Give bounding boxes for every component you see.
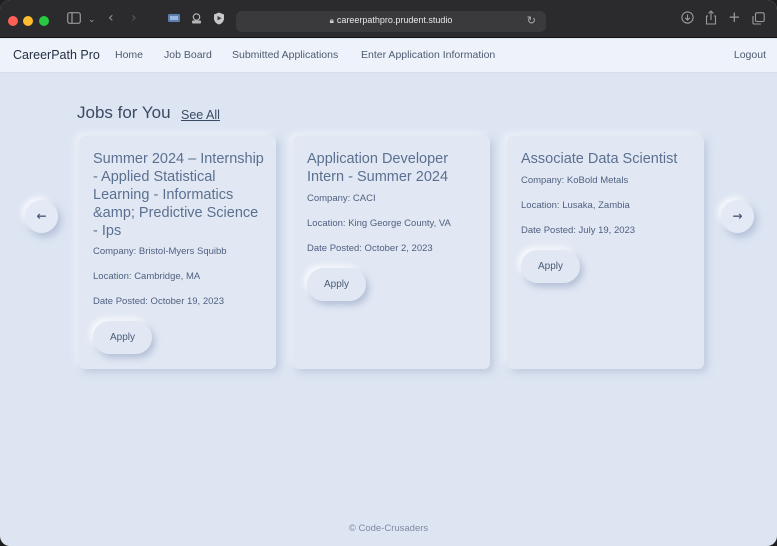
nav-submitted-applications[interactable]: Submitted Applications xyxy=(232,49,338,61)
lock-icon: 🔒︎ xyxy=(329,16,334,25)
browser-toolbar: ⌄ ‹ › 🔒︎ careerpathpro.prudent.studio ↻ + xyxy=(0,0,777,38)
job-location: Location: Lusaka, Zambia xyxy=(521,200,630,211)
chevron-down-icon[interactable]: ⌄ xyxy=(88,13,96,27)
job-card: Application Developer Intern - Summer 20… xyxy=(293,136,490,369)
job-title: Summer 2024 – Internship - Applied Stati… xyxy=(93,151,264,239)
footer-copyright: © Code-Crusaders xyxy=(348,523,429,534)
download-icon[interactable] xyxy=(681,11,694,27)
tab-overview-icon[interactable] xyxy=(167,12,181,27)
job-card: Associate Data Scientist Company: KoBold… xyxy=(507,136,704,369)
section-title: Jobs for You xyxy=(77,103,171,122)
job-date: Date Posted: October 19, 2023 xyxy=(93,296,224,307)
carousel-next-button[interactable]: → xyxy=(721,200,754,233)
privacy-icon[interactable] xyxy=(190,12,203,28)
close-window-button[interactable] xyxy=(8,16,18,26)
job-company: Company: CACI xyxy=(307,193,376,204)
job-title: Application Developer Intern - Summer 20… xyxy=(307,151,449,185)
new-tab-icon[interactable]: + xyxy=(728,10,741,25)
url-text: careerpathpro.prudent.studio xyxy=(336,15,453,25)
job-company: Company: KoBold Metals xyxy=(521,175,629,186)
address-bar[interactable]: 🔒︎ careerpathpro.prudent.studio ↻ xyxy=(236,11,546,32)
job-card: Summer 2024 – Internship - Applied Stati… xyxy=(79,136,276,369)
apply-button[interactable]: Apply xyxy=(307,268,366,301)
job-date: Date Posted: July 19, 2023 xyxy=(521,225,636,236)
job-location: Location: Cambridge, MA xyxy=(93,271,201,282)
carousel-prev-button[interactable]: ← xyxy=(25,200,58,233)
site-navbar: CareerPath Pro Home Job Board Submitted … xyxy=(0,39,777,73)
job-location: Location: King George County, VA xyxy=(307,218,451,229)
sidebar-icon[interactable] xyxy=(67,12,81,27)
reload-icon[interactable]: ↻ xyxy=(527,14,536,27)
back-icon[interactable]: ‹ xyxy=(108,11,114,25)
tabs-icon[interactable] xyxy=(752,12,765,28)
share-icon[interactable] xyxy=(705,10,717,28)
nav-home[interactable]: Home xyxy=(115,49,143,61)
arrow-left-icon: ← xyxy=(36,209,47,223)
brand-logo[interactable]: CareerPath Pro xyxy=(13,48,100,62)
browser-window: ⌄ ‹ › 🔒︎ careerpathpro.prudent.studio ↻ +… xyxy=(0,0,777,546)
shield-icon[interactable] xyxy=(213,12,225,28)
job-title: Associate Data Scientist xyxy=(521,151,678,167)
minimize-window-button[interactable] xyxy=(23,16,33,26)
see-all-link[interactable]: See All xyxy=(181,108,220,122)
zoom-window-button[interactable] xyxy=(39,16,49,26)
apply-button[interactable]: Apply xyxy=(521,250,580,283)
job-company: Company: Bristol-Myers Squibb xyxy=(93,246,227,257)
forward-icon[interactable]: › xyxy=(131,11,137,25)
arrow-right-icon: → xyxy=(732,209,743,223)
nav-enter-application-info[interactable]: Enter Application Information xyxy=(361,49,495,61)
logout-link[interactable]: Logout xyxy=(734,49,766,61)
nav-job-board[interactable]: Job Board xyxy=(164,49,212,61)
job-date: Date Posted: October 2, 2023 xyxy=(307,243,433,254)
apply-button[interactable]: Apply xyxy=(93,321,152,354)
